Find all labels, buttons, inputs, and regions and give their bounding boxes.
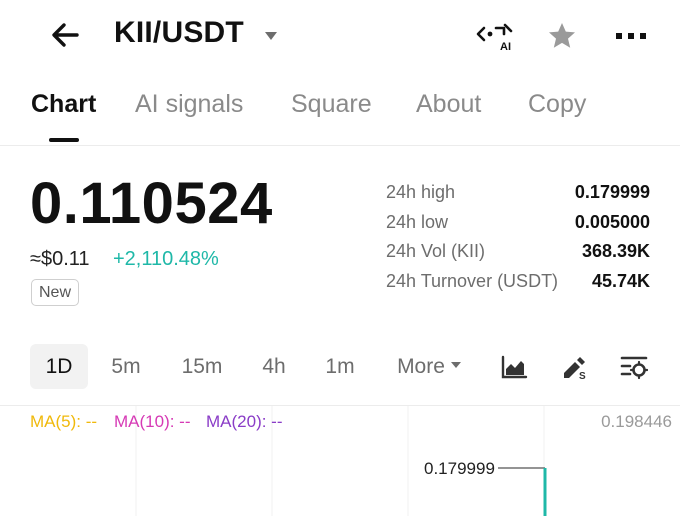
stat-row-24h-low: 24h low 0.005000: [386, 212, 650, 236]
interval-more-label: More: [397, 355, 445, 378]
tab-ai-signals[interactable]: AI signals: [135, 90, 243, 119]
stat-row-24h-high: 24h high 0.179999: [386, 182, 650, 206]
usd-price: ≈$0.11: [30, 248, 90, 270]
more-options-icon[interactable]: [614, 22, 648, 50]
chart-type-icon[interactable]: [500, 354, 528, 380]
top-bar: KII/USDT AI: [0, 0, 680, 74]
high-price-label: 0.179999: [424, 459, 495, 478]
tab-chart[interactable]: Chart: [31, 90, 96, 119]
price-chart[interactable]: 0.179999: [0, 406, 680, 516]
ma5-label: MA(5): --: [30, 412, 98, 431]
back-arrow-icon[interactable]: [48, 18, 82, 52]
section-tabs: Chart AI signals Square About Copy: [0, 90, 680, 146]
active-tab-indicator: [49, 138, 79, 142]
stat-label: 24h high: [386, 182, 456, 202]
chevron-down-icon: [450, 362, 461, 369]
ma20-label: MA(20): --: [206, 412, 283, 431]
stat-row-24h-volume: 24h Vol (KII) 368.39K: [386, 241, 650, 265]
trading-pair-title[interactable]: KII/USDT: [114, 16, 244, 50]
price-change-percent: +2,110.48%: [113, 248, 219, 270]
stat-row-24h-turnover: 24h Turnover (USDT) 45.74K: [386, 271, 650, 295]
tab-copy[interactable]: Copy: [528, 90, 586, 119]
last-price: 0.110524: [30, 171, 273, 236]
price-axis-top-label: 0.198446: [601, 412, 672, 431]
stat-value: 0.005000: [574, 212, 650, 232]
stat-label: 24h low: [386, 212, 449, 232]
svg-text:S: S: [579, 371, 586, 380]
indicator-settings-icon[interactable]: [620, 354, 649, 380]
tabs-divider: [0, 145, 680, 146]
stat-label: 24h Turnover (USDT): [386, 271, 559, 291]
interval-4h[interactable]: 4h: [252, 344, 296, 389]
ai-label: AI: [500, 41, 511, 51]
stat-value: 0.179999: [574, 182, 650, 202]
interval-1d[interactable]: 1D: [30, 344, 88, 389]
tab-about[interactable]: About: [416, 90, 481, 119]
pair-dropdown-icon[interactable]: [264, 28, 278, 40]
ma10-label: MA(10): --: [114, 412, 191, 431]
interval-1m[interactable]: 1m: [316, 344, 364, 389]
stat-value: 45.74K: [591, 271, 650, 291]
new-listing-badge: New: [31, 279, 80, 306]
interval-15m[interactable]: 15m: [172, 344, 232, 389]
interval-more-dropdown[interactable]: More: [386, 344, 472, 389]
draw-tool-icon[interactable]: S: [560, 354, 588, 382]
stat-label: 24h Vol (KII): [386, 241, 486, 261]
tab-square[interactable]: Square: [291, 90, 372, 119]
stat-value: 368.39K: [581, 241, 650, 261]
ai-assistant-icon[interactable]: AI: [474, 21, 516, 53]
interval-5m[interactable]: 5m: [100, 344, 152, 389]
favorite-star-icon[interactable]: [546, 20, 578, 52]
